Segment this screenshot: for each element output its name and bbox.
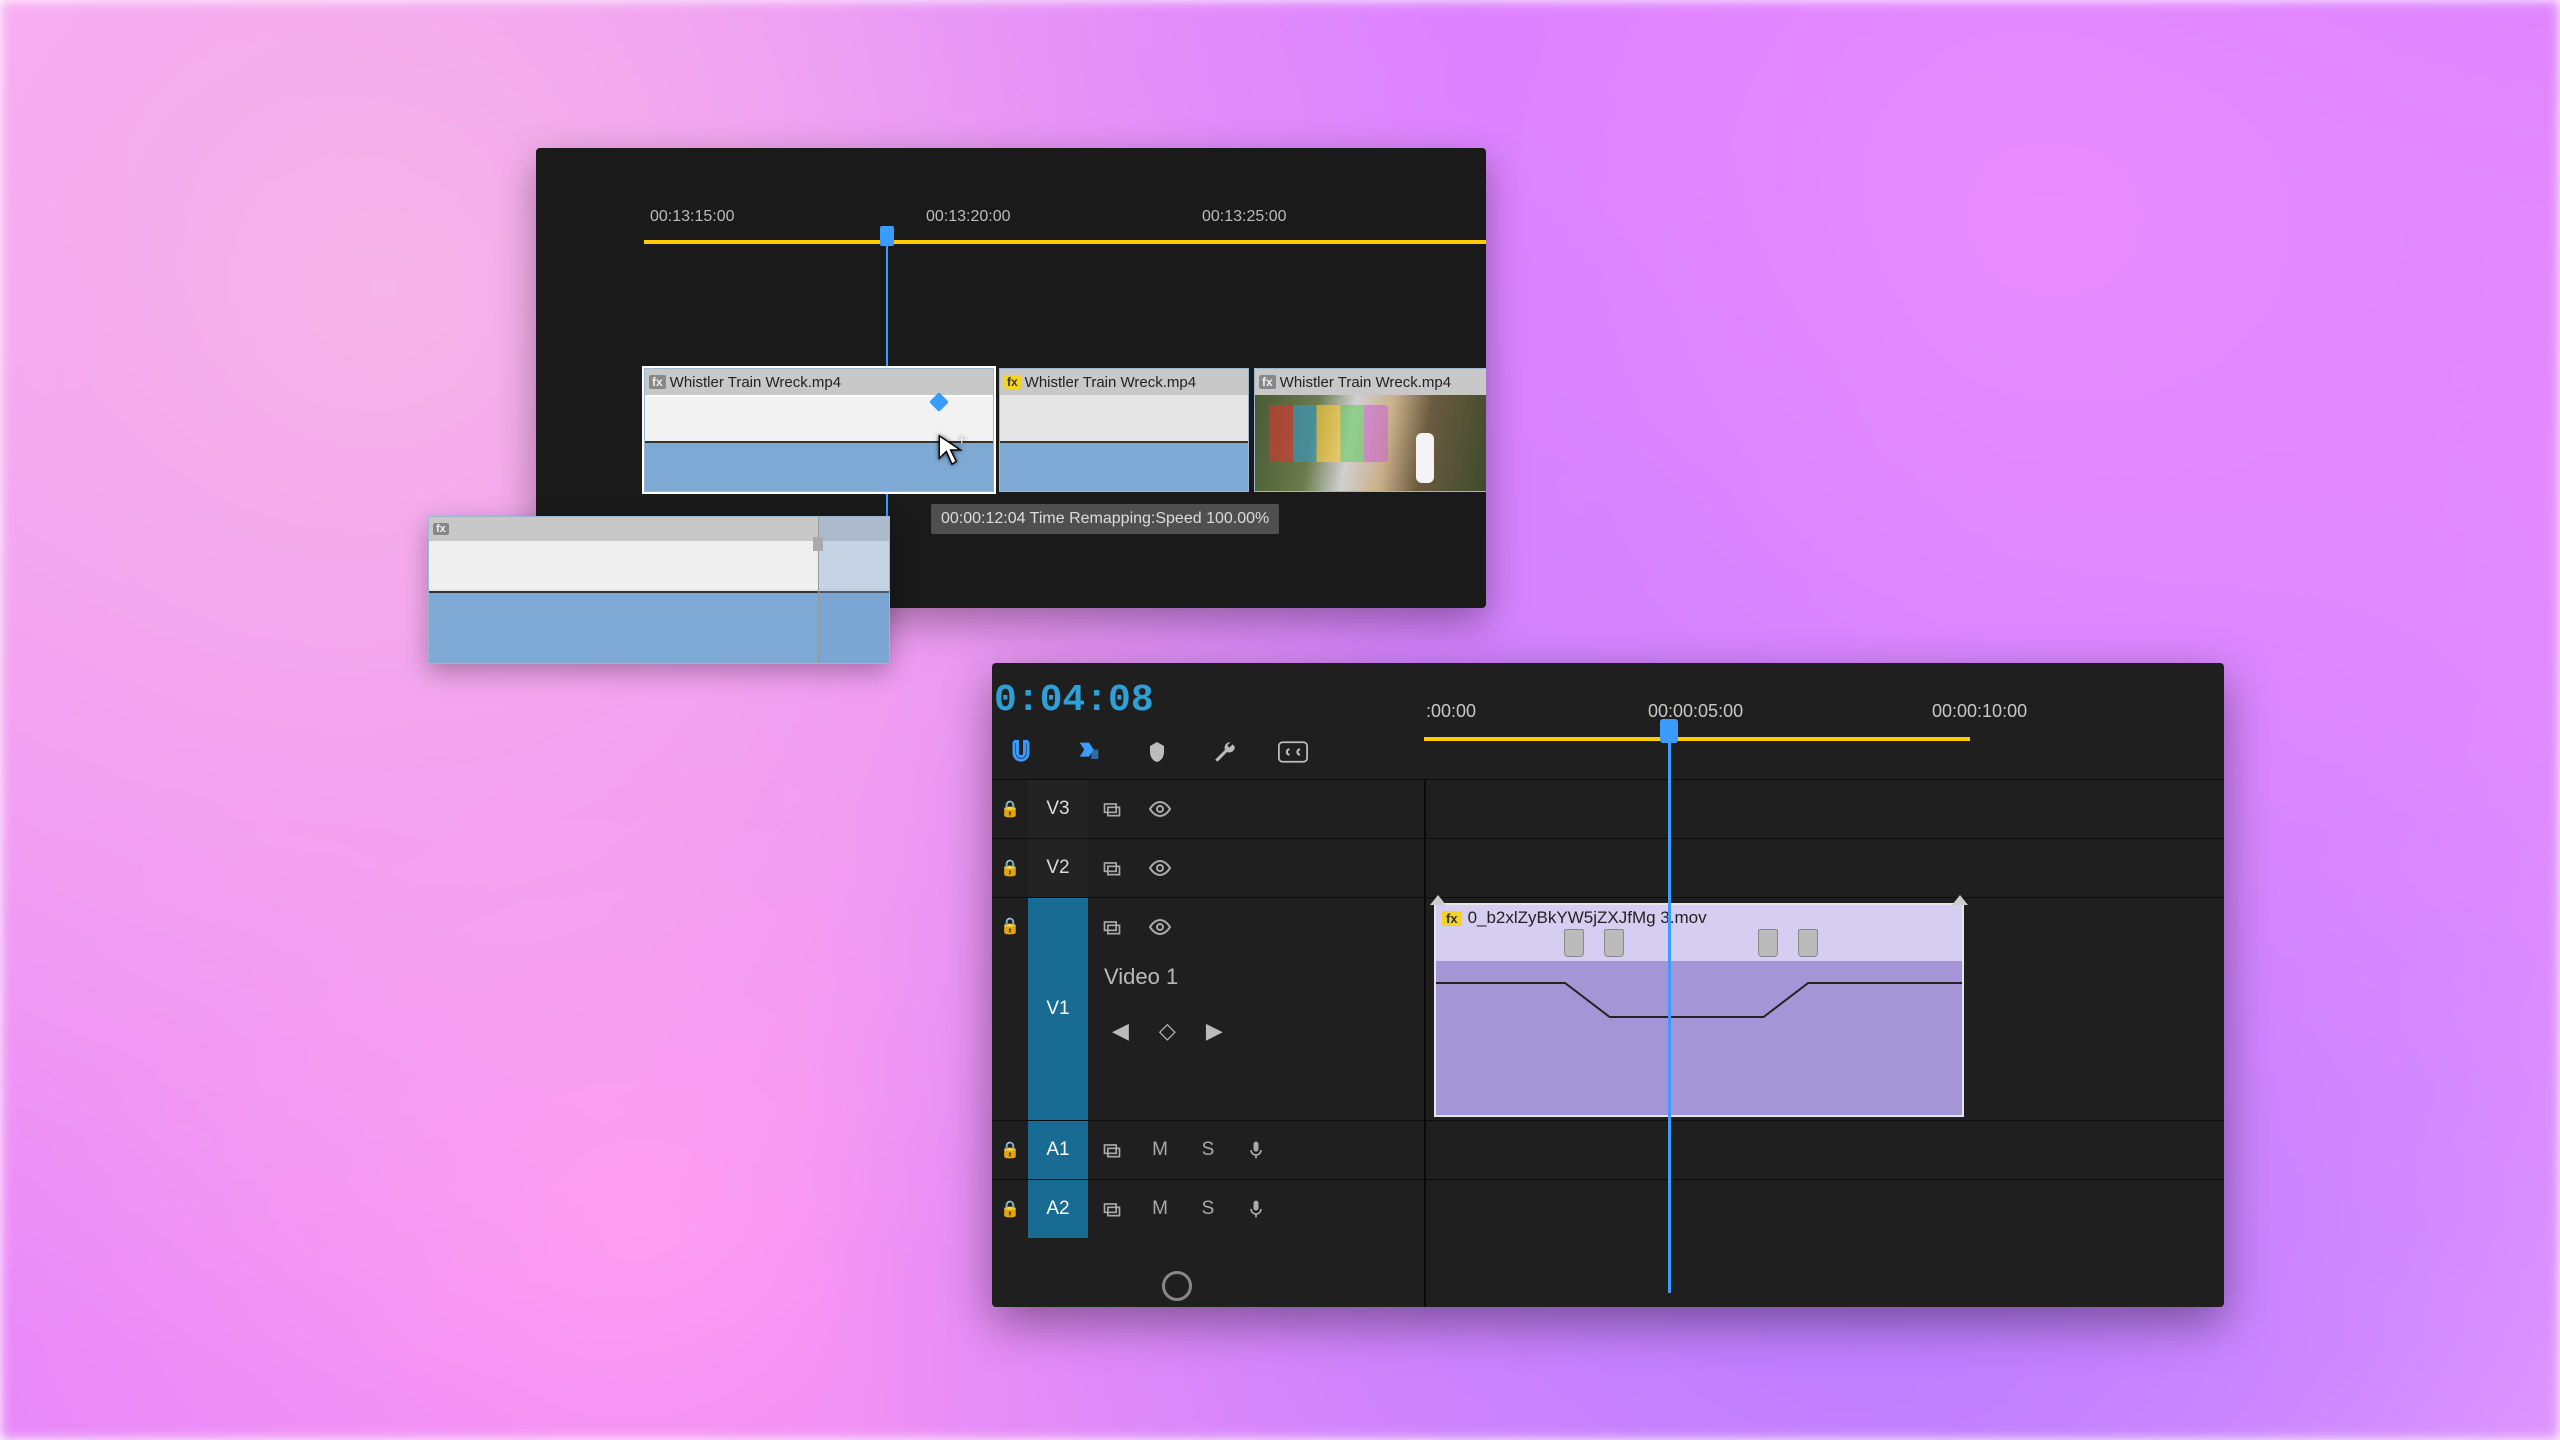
track-target[interactable]: V1 [1028,898,1088,1120]
eye-icon[interactable] [1136,797,1184,821]
track-row-a1: 🔒 A1 M S [992,1120,2224,1179]
speed-keyframe[interactable] [1564,929,1584,957]
track-row-v2: 🔒 V2 [992,838,2224,897]
track-row-v3: 🔒 V3 [992,779,2224,838]
clip-region: fx0_b2xlZyBkYW5jZXJfMg 3.mov [1424,899,2224,1121]
work-area-bar[interactable] [644,240,1486,244]
timeline-clip[interactable]: fx0_b2xlZyBkYW5jZXJfMg 3.mov [1434,903,1964,1117]
timeline-panel-bottom: 0:04:08 :00:00 00:00:05:00 00:00:10:00 🔒… [992,663,2224,1307]
snap-icon[interactable] [1006,737,1036,767]
clip-out-marker-icon [1952,895,1968,905]
clip-track: fxWhistler Train Wreck.mp4 + fxWhistler … [644,368,1486,496]
ruler-timecode: 00:13:20:00 [926,208,1011,226]
track-target[interactable]: V2 [1028,839,1088,897]
clip-edge-handle[interactable] [813,537,823,551]
detached-clip-fragment[interactable]: fx [428,516,890,664]
sync-lock-icon[interactable] [1088,1199,1136,1219]
clip-label: Whistler Train Wreck.mp4 [670,374,841,391]
work-area-bar[interactable] [1424,737,1970,741]
linked-selection-icon[interactable] [1074,737,1104,767]
marker-icon[interactable] [1142,737,1172,767]
ruler-timecode: 00:00:10:00 [1932,701,2027,722]
timeline-clip[interactable]: fx Whistler Train Wreck.mp4 [999,368,1249,492]
timeline-clip[interactable]: fxWhistler Train Wreck.mp4 + [644,368,994,492]
speed-ramp-line[interactable] [1436,947,1962,1067]
lock-icon[interactable]: 🔒 [992,1140,1028,1160]
track-row-a2: 🔒 A2 M S [992,1179,2224,1238]
mute-button[interactable]: M [1136,1139,1184,1161]
clip-thumbnail [1255,395,1486,491]
next-keyframe-icon[interactable]: ▶ [1206,1018,1223,1044]
track-target[interactable]: A1 [1028,1121,1088,1179]
speed-keyframe[interactable] [1798,929,1818,957]
mute-button[interactable]: M [1136,1198,1184,1220]
voiceover-icon[interactable] [1232,1137,1280,1163]
speed-keyframe[interactable] [1758,929,1778,957]
current-timecode[interactable]: 0:04:08 [992,679,1154,722]
lock-icon[interactable]: 🔒 [992,858,1028,878]
solo-button[interactable]: S [1184,1198,1232,1220]
wrench-icon[interactable] [1210,737,1240,767]
lock-icon[interactable]: 🔒 [992,916,1028,936]
sync-lock-icon[interactable] [1088,917,1136,937]
clip-label: Whistler Train Wreck.mp4 [1025,374,1196,391]
voiceover-icon[interactable] [1232,1196,1280,1222]
lock-icon[interactable]: 🔒 [992,799,1028,819]
prev-keyframe-icon[interactable]: ◀ [1112,1018,1129,1044]
fx-badge-icon: fx [1442,911,1462,926]
sync-lock-icon[interactable] [1088,1140,1136,1160]
clip-in-marker-icon [1430,895,1446,905]
time-ruler[interactable]: :00:00 00:00:05:00 00:00:10:00 [1424,701,2224,749]
track-target[interactable]: V3 [1028,780,1088,838]
keyframe-nav: ◀ ◇ ▶ [1112,1018,1223,1044]
ruler-timecode: 00:13:15:00 [650,208,735,226]
clip-label: Whistler Train Wreck.mp4 [1280,374,1451,391]
playhead[interactable] [1668,733,1671,1293]
time-ruler[interactable]: 00:13:15:00 00:13:20:00 00:13:25:00 [536,208,1486,248]
captions-icon[interactable] [1278,737,1308,767]
lock-icon[interactable]: 🔒 [992,1199,1028,1219]
sync-lock-icon[interactable] [1088,858,1136,878]
timeline-clip[interactable]: fx Whistler Train Wreck.mp4 [1254,368,1486,492]
track-name-label: Video 1 [1104,964,1178,990]
speed-keyframe[interactable] [1604,929,1624,957]
ruler-timecode: 00:13:25:00 [1202,208,1287,226]
track-target[interactable]: A2 [1028,1180,1088,1238]
eye-icon[interactable] [1136,915,1184,939]
sync-lock-icon[interactable] [1088,799,1136,819]
fx-badge-icon: fx [1004,375,1021,389]
add-keyframe-icon[interactable]: ◇ [1159,1018,1176,1044]
fx-badge-icon: fx [649,375,666,389]
eye-icon[interactable] [1136,856,1184,880]
ruler-timecode: :00:00 [1426,701,1476,722]
timeline-tool-row [1006,737,1308,767]
solo-button[interactable]: S [1184,1139,1232,1161]
fx-badge-icon: fx [1259,375,1276,389]
fx-badge-icon: fx [433,523,449,535]
zoom-scroll-handle[interactable] [1162,1271,1192,1301]
time-remapping-tooltip: 00:00:12:04 Time Remapping:Speed 100.00% [931,504,1279,534]
